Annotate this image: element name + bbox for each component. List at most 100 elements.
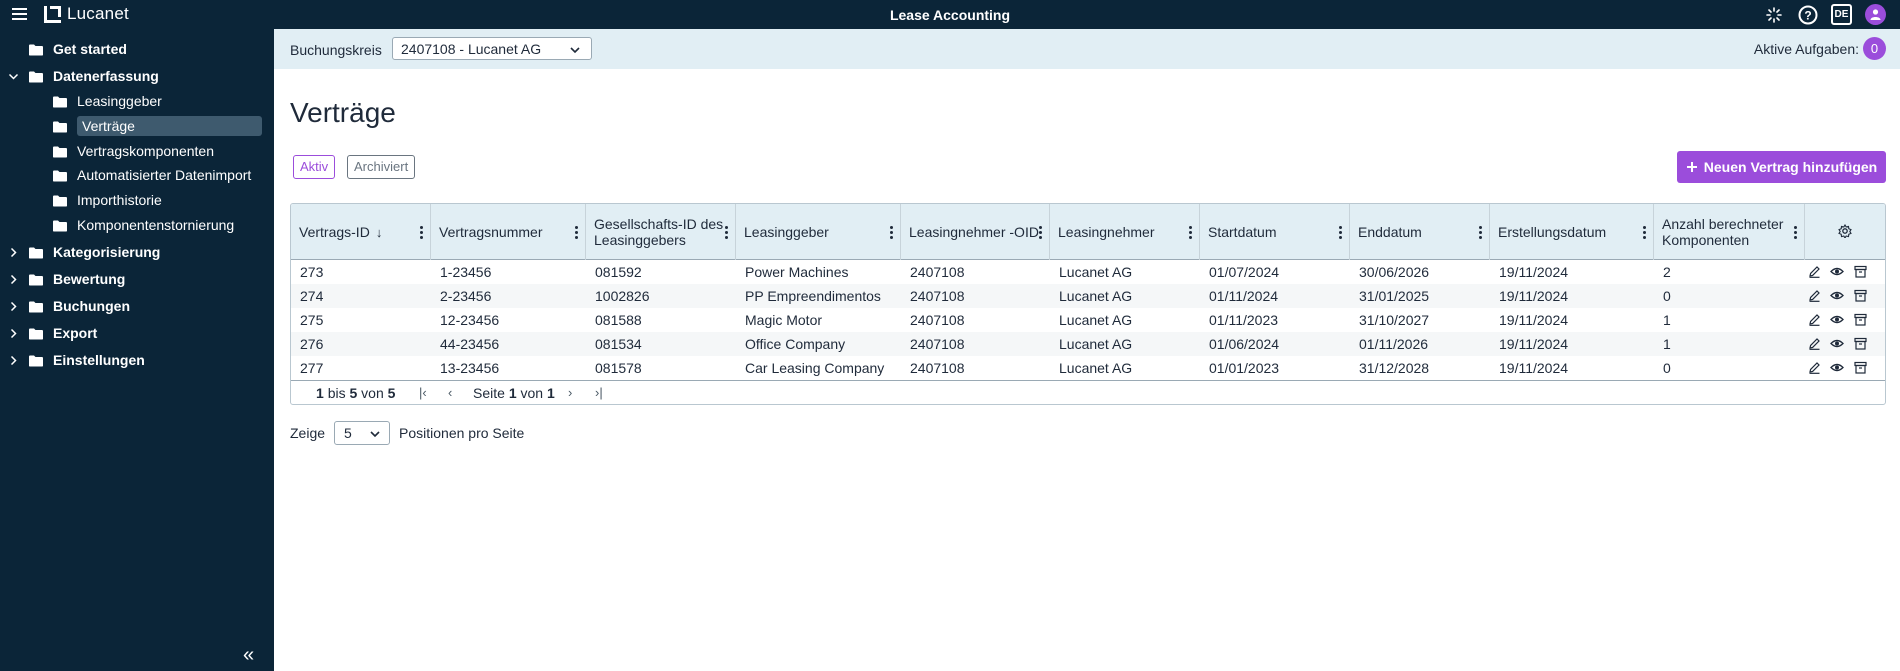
column-header-3[interactable]: Gesellschafts-ID des Leasinggebers	[586, 204, 736, 260]
sidebar-item-komponentenstornierung[interactable]: Komponentenstornierung	[53, 214, 234, 236]
filter-active-chip[interactable]: Aktiv	[293, 155, 336, 179]
page-title: Verträge	[290, 97, 396, 128]
brand-logo[interactable]: Lucanet	[44, 4, 129, 24]
chevron-right-icon[interactable]	[7, 246, 19, 258]
filter-archived-chip[interactable]: Archiviert	[347, 155, 416, 179]
column-menu-icon[interactable]	[725, 226, 728, 241]
edit-icon[interactable]	[1807, 264, 1821, 278]
sidebar-item-buchungen[interactable]: Buchungen	[7, 295, 130, 317]
sidebar-item-vertragskomponenten[interactable]: Vertragskomponenten	[53, 140, 214, 162]
add-contract-button[interactable]: Neuen Vertrag hinzufügen	[1677, 151, 1886, 183]
chevron-right-icon[interactable]	[7, 354, 19, 366]
column-menu-icon[interactable]	[1479, 226, 1482, 241]
edit-icon[interactable]	[1807, 312, 1821, 326]
page-size-prefix: Zeige	[290, 425, 326, 441]
column-header-9[interactable]: Erstellungsdatum	[1490, 204, 1654, 260]
column-header-2[interactable]: Vertragsnummer	[431, 204, 586, 260]
column-menu-icon[interactable]	[1643, 226, 1646, 241]
sidebar-item-bewertung[interactable]: Bewertung	[7, 268, 125, 290]
folder-icon	[53, 219, 67, 232]
table-row[interactable]: 276 44-23456 081534 Office Company 2407108 Lu…	[291, 332, 1885, 356]
column-header-10[interactable]: Anzahl berechneter Komponenten	[1654, 204, 1805, 260]
column-header-5[interactable]: Leasingnehmer -OID	[901, 204, 1050, 260]
first-page-icon[interactable]: |‹	[419, 385, 427, 400]
chevron-right-icon[interactable]	[7, 327, 19, 339]
lucanet-logo-icon	[44, 5, 61, 23]
sidebar-item-einstellungen[interactable]: Einstellungen	[7, 349, 145, 371]
sidebar-item-automatisierter-datenimport[interactable]: Automatisierter Datenimport	[53, 164, 251, 186]
view-icon[interactable]	[1830, 336, 1844, 350]
column-header-4[interactable]: Leasinggeber	[736, 204, 901, 260]
active-tasks[interactable]: Aktive Aufgaben: 0	[1754, 37, 1886, 60]
edit-icon[interactable]	[1807, 360, 1821, 374]
column-header-label: Gesellschafts-ID des Leasinggebers	[594, 216, 724, 248]
edit-icon[interactable]	[1807, 288, 1821, 302]
sidebar-item-get-started[interactable]: Get started	[7, 38, 127, 60]
table-row[interactable]: 277 13-23456 081578 Car Leasing Company 2407…	[291, 356, 1885, 380]
menu-icon[interactable]	[12, 8, 27, 20]
view-icon[interactable]	[1830, 360, 1844, 374]
sidebar: Get started Datenerfassung Leasinggeber Ver…	[0, 29, 274, 671]
table-cell: 081534	[595, 336, 642, 352]
table-cell: 1	[1663, 336, 1671, 352]
sidebar-item-leasinggeber[interactable]: Leasinggeber	[53, 90, 162, 112]
buchungskreis-label: Buchungskreis	[290, 42, 382, 58]
column-header-7[interactable]: Startdatum	[1200, 204, 1350, 260]
column-header-8[interactable]: Enddatum	[1350, 204, 1490, 260]
column-menu-icon[interactable]	[1339, 226, 1342, 241]
context-bar: Buchungskreis 2407108 - Lucanet AG Aktiv…	[274, 29, 1900, 69]
archive-icon[interactable]	[1853, 312, 1867, 326]
table-cell: 1002826	[595, 288, 650, 304]
table-cell: 19/11/2024	[1499, 264, 1569, 280]
sidebar-item-export[interactable]: Export	[7, 322, 97, 344]
sort-descending-icon[interactable]: ↓	[376, 225, 383, 240]
column-settings-icon[interactable]	[1838, 223, 1852, 241]
buchungskreis-select[interactable]: 2407108 - Lucanet AG	[392, 37, 592, 60]
archive-icon[interactable]	[1853, 336, 1867, 350]
language-button[interactable]: DE	[1831, 4, 1852, 25]
view-icon[interactable]	[1830, 264, 1844, 278]
page-size-value: 5	[344, 425, 352, 441]
column-menu-icon[interactable]	[1039, 226, 1042, 241]
folder-icon	[29, 246, 43, 259]
archive-icon[interactable]	[1853, 264, 1867, 278]
edit-icon[interactable]	[1807, 336, 1821, 350]
column-header-label: Anzahl berechneter Komponenten	[1662, 216, 1784, 248]
column-menu-icon[interactable]	[575, 226, 578, 241]
page-size-select[interactable]: 5	[334, 421, 391, 445]
table-cell: 12-23456	[440, 312, 500, 328]
sparkle-icon[interactable]	[1763, 4, 1784, 25]
table-pager: 1 bis 5 von 5 |‹ ‹ Seite 1 von 1 › ›|	[291, 380, 1885, 404]
sidebar-item-verträge[interactable]: Verträge	[53, 115, 262, 137]
user-avatar-icon[interactable]	[1865, 4, 1886, 25]
sidebar-item-datenerfassung[interactable]: Datenerfassung	[7, 65, 159, 87]
svg-text:?: ?	[1804, 8, 1811, 22]
last-page-icon[interactable]: ›|	[595, 385, 603, 400]
archive-icon[interactable]	[1853, 360, 1867, 374]
collapse-sidebar-icon[interactable]: «	[243, 644, 254, 667]
sidebar-item-importhistorie[interactable]: Importhistorie	[53, 189, 162, 211]
sidebar-item-kategorisierung[interactable]: Kategorisierung	[7, 241, 160, 263]
column-header-1[interactable]: Vertrags-ID ↓	[291, 204, 431, 260]
chevron-down-icon[interactable]	[7, 70, 19, 82]
view-icon[interactable]	[1830, 312, 1844, 326]
table-row[interactable]: 273 1-23456 081592 Power Machines 2407108 Luc…	[291, 260, 1885, 284]
column-header-6[interactable]: Leasingnehmer	[1050, 204, 1200, 260]
column-menu-icon[interactable]	[890, 226, 893, 241]
table-row[interactable]: 275 12-23456 081588 Magic Motor 2407108 Lucan…	[291, 308, 1885, 332]
previous-page-icon[interactable]: ‹	[448, 385, 452, 400]
column-menu-icon[interactable]	[1794, 226, 1797, 241]
archive-icon[interactable]	[1853, 288, 1867, 302]
sidebar-item-label: Datenerfassung	[53, 68, 159, 84]
chevron-right-icon[interactable]	[7, 300, 19, 312]
column-header-label: Startdatum	[1208, 224, 1277, 240]
column-menu-icon[interactable]	[1189, 226, 1192, 241]
sidebar-item-label: Get started	[53, 41, 127, 57]
column-menu-icon[interactable]	[420, 226, 423, 241]
chevron-right-icon[interactable]	[7, 273, 19, 285]
view-icon[interactable]	[1830, 288, 1844, 302]
next-page-icon[interactable]: ›	[568, 385, 572, 400]
sidebar-item-label: Bewertung	[53, 271, 126, 287]
table-row[interactable]: 274 2-23456 1002826 PP Empreendimentos 24071…	[291, 284, 1885, 308]
help-icon[interactable]: ?	[1797, 4, 1818, 25]
